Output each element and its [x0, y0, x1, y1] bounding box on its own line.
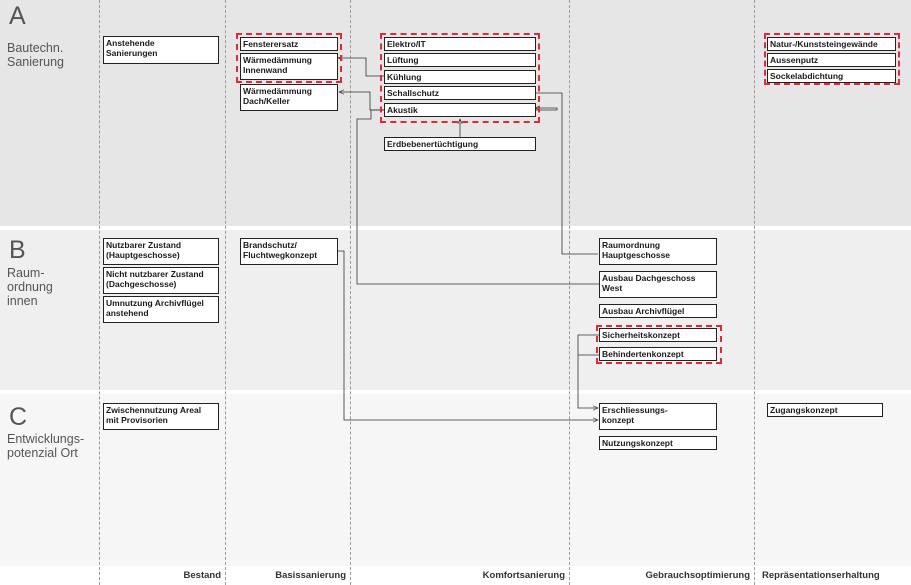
box-text: Innenwand — [243, 65, 288, 75]
box-schallschutz: Schallschutz — [384, 86, 536, 100]
arrow-kuehlung-to-waermedaemmung — [338, 58, 384, 77]
column-label-gebrauchsoptimierung: Gebrauchsoptimierung — [645, 570, 750, 581]
box-raumordnung-hauptgeschosse: Raumordnung Hauptgeschosse — [599, 238, 717, 265]
box-kuehlung: Kühlung — [384, 70, 536, 84]
box-ausbau-archivfluegel: Ausbau Archivflügel — [599, 304, 717, 318]
box-elektro-it: Elektro/IT — [384, 37, 536, 51]
box-nutzungskonzept: Nutzungskonzept — [599, 436, 717, 450]
box-text: Ausbau Dachgeschoss — [602, 273, 696, 283]
arrow-akustik-to-waermedaemmung-dach — [339, 92, 384, 111]
box-nutzbarer-zustand: Nutzbarer Zustand (Hauptgeschosse) — [103, 238, 219, 265]
box-sicherheitskonzept: Sicherheitskonzept — [599, 328, 717, 342]
box-text: Wärmedämmung — [243, 86, 312, 96]
column-label-komfortsanierung: Komfortsanierung — [482, 570, 565, 581]
box-text: Sanierungen — [106, 48, 158, 58]
box-erschliessungskonzept: Erschliessungs- konzept — [599, 403, 717, 430]
box-text: mit Provisorien — [106, 415, 168, 425]
box-brandschutz-fluchtwegkonzept: Brandschutz/ Fluchtwegkonzept — [240, 238, 338, 265]
box-erdbebenertuechtigung: Erdbebenertüchtigung — [384, 137, 536, 151]
box-text: konzept — [602, 415, 635, 425]
box-text: anstehend — [106, 308, 149, 318]
box-text: Dach/Keller — [243, 96, 290, 106]
box-text: West — [602, 283, 623, 293]
box-text: (Hauptgeschosse) — [106, 250, 180, 260]
box-nicht-nutzbarer-zustand: Nicht nutzbarer Zustand (Dachgeschosse) — [103, 267, 219, 294]
column-label-bestand: Bestand — [183, 570, 221, 581]
box-text: Nutzbarer Zustand — [106, 240, 182, 250]
box-text: Erschliessungs- — [602, 405, 668, 415]
box-aussenputz: Aussenputz — [767, 53, 896, 67]
arrow-ausbau-dg-to-akustik — [356, 108, 599, 285]
box-waermedaemmung-innenwand: Wärmedämmung Innenwand — [240, 53, 338, 80]
box-text: Umnutzung Archivflügel — [106, 298, 204, 308]
box-waermedaemmung-dach-keller: Wärmedämmung Dach/Keller — [240, 84, 338, 111]
box-umnutzung-archivfluegel: Umnutzung Archivflügel anstehend — [103, 296, 219, 323]
box-zugangskonzept: Zugangskonzept — [767, 403, 883, 417]
box-behindertenkonzept: Behindertenkonzept — [599, 347, 717, 361]
arrow-brandschutz-to-erschliessung — [338, 250, 598, 420]
arrow-schallschutz-to-raumordnung — [533, 92, 598, 255]
box-text: (Dachgeschosse) — [106, 279, 177, 289]
box-ausbau-dachgeschoss-west: Ausbau Dachgeschoss West — [599, 271, 717, 298]
box-lueftung: Lüftung — [384, 53, 536, 67]
box-text: Nicht nutzbarer Zustand — [106, 269, 204, 279]
box-anstehende-sanierungen: Anstehende Sanierungen — [103, 36, 219, 64]
box-zwischennutzung-areal: Zwischennutzung Areal mit Provisorien — [103, 403, 219, 430]
box-text: Raumordnung — [602, 240, 661, 250]
box-text: Anstehende — [106, 38, 155, 48]
column-label-basissanierung: Basissanierung — [275, 570, 346, 581]
box-text: Fluchtwegkonzept — [243, 250, 318, 260]
column-label-repraesentationserhaltung: Repräsentationserhaltung — [762, 570, 880, 581]
box-fensterersatz: Fensterersatz — [240, 37, 338, 51]
box-text: Brandschutz/ — [243, 240, 297, 250]
box-text: Hauptgeschosse — [602, 250, 671, 260]
box-sockelabdichtung: Sockelabdichtung — [767, 69, 896, 83]
box-text: Zwischennutzung Areal — [106, 405, 202, 415]
box-akustik: Akustik — [384, 103, 536, 117]
box-text: Wärmedämmung — [243, 55, 312, 65]
box-natur-kunststeingewaende: Natur-/Kunststeingewände — [767, 37, 896, 51]
